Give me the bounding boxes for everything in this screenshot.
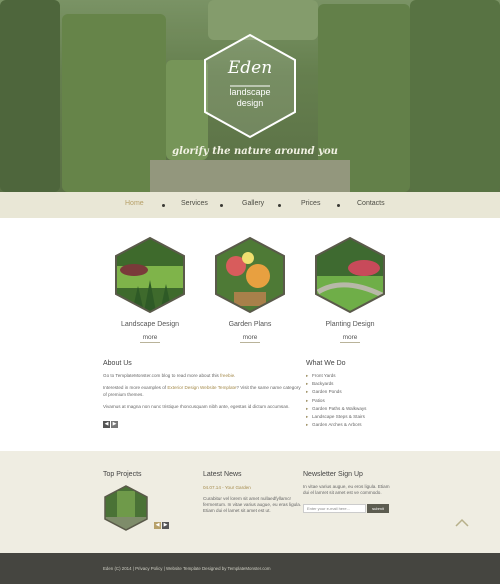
about-paragraph-1: Go to TemplateMonster.com blog to read m… xyxy=(103,373,236,378)
projects-prev-button[interactable]: ◀ xyxy=(154,522,161,529)
nav-separator xyxy=(337,204,340,207)
main-nav: Home Services Gallery Prices Contacts xyxy=(0,192,500,218)
feature-more-landscape: more xyxy=(105,334,195,343)
about-paragraph-3: Vivamus at magna non nunc tristique rhon… xyxy=(103,404,290,409)
feature-image-landscape[interactable] xyxy=(114,236,186,314)
more-link[interactable]: more xyxy=(239,334,261,343)
nav-separator xyxy=(278,204,281,207)
nav-item-prices[interactable]: Prices xyxy=(301,200,320,207)
nav-item-home[interactable]: Home xyxy=(125,200,144,207)
list-item[interactable]: Garden Paths & Walkways xyxy=(306,405,366,413)
list-item[interactable]: Backyards xyxy=(306,380,366,388)
what-we-do-title: What We Do xyxy=(306,360,346,367)
latest-news-title: Latest News xyxy=(203,471,242,478)
feature-more-garden-plans: more xyxy=(205,334,295,343)
feature-image-garden-plans[interactable] xyxy=(214,236,286,314)
more-link[interactable]: more xyxy=(139,334,161,343)
freebie-link[interactable]: freebie xyxy=(220,373,234,378)
newsletter-text: In vitae varius augue, eu eros ligula. E… xyxy=(303,484,390,495)
top-projects-title: Top Projects xyxy=(103,471,142,478)
prev-button[interactable]: ◀ xyxy=(103,421,110,428)
nav-item-contacts[interactable]: Contacts xyxy=(357,200,385,207)
logo-hexagon[interactable] xyxy=(203,33,297,139)
list-item[interactable]: Front Yards xyxy=(306,372,366,380)
newsletter-title: Newsletter Sign Up xyxy=(303,471,363,478)
feature-more-planting: more xyxy=(305,334,395,343)
next-button[interactable]: ▶ xyxy=(111,421,118,428)
list-item[interactable]: Patios xyxy=(306,397,366,405)
project-thumbnail[interactable] xyxy=(103,485,149,531)
services-list: Front Yards Backyards Garden Ponds Patio… xyxy=(306,372,366,430)
projects-next-button[interactable]: ▶ xyxy=(162,522,169,529)
logo-subtitle-line2: design xyxy=(236,98,264,108)
email-input[interactable]: Enter your e-mail here... xyxy=(303,504,366,513)
list-item[interactable]: Landscape Steps & Stairs xyxy=(306,413,366,421)
logo-subtitle-line1: landscape xyxy=(229,87,271,97)
news-date[interactable]: 04.07.14 - Your Garden xyxy=(203,485,251,490)
about-title: About Us xyxy=(103,360,132,367)
logo-title: Eden xyxy=(227,58,273,78)
nav-separator xyxy=(220,204,223,207)
list-item[interactable]: Garden Ponds xyxy=(306,388,366,396)
scroll-up-icon[interactable] xyxy=(455,518,469,527)
list-item[interactable]: Garden Arches & Arbors xyxy=(306,421,366,429)
about-paragraph-2: Interested in more examples of Exterior … xyxy=(103,385,301,397)
hero-banner: Eden landscape design glorify the nature… xyxy=(0,0,500,192)
more-link[interactable]: more xyxy=(339,334,361,343)
logo-subtitle: landscape design xyxy=(203,87,297,109)
feature-title-planting[interactable]: Planting Design xyxy=(305,321,395,328)
feature-title-garden-plans[interactable]: Garden Plans xyxy=(205,321,295,328)
tagline: glorify the nature around you xyxy=(172,146,338,157)
news-text: Curabitur vel lorem sit amet nullaedfyll… xyxy=(203,496,302,513)
feature-title-landscape[interactable]: Landscape Design xyxy=(105,321,195,328)
submit-button[interactable]: submit xyxy=(367,504,389,513)
nav-separator xyxy=(162,204,165,207)
nav-item-services[interactable]: Services xyxy=(181,200,208,207)
feature-image-planting[interactable] xyxy=(314,236,386,314)
template-link[interactable]: Exterior Design Website Template xyxy=(167,385,236,390)
nav-item-gallery[interactable]: Gallery xyxy=(242,200,264,207)
footer-text: Eden (C) 2014 | Privacy Policy | Website… xyxy=(103,566,271,571)
